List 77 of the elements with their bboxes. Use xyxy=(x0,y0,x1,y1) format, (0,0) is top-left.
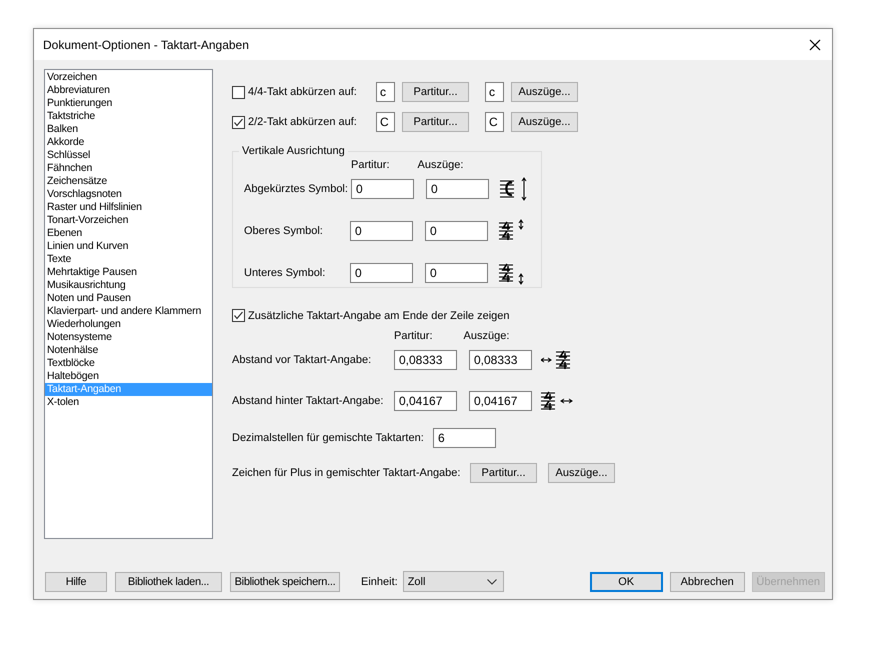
window-title: Dokument-Optionen - Taktart-Angaben xyxy=(43,38,249,52)
staff-icon xyxy=(541,389,575,413)
unit-label: Einheit: xyxy=(361,576,398,588)
list-item[interactable]: Noten und Pausen xyxy=(45,292,212,305)
list-item[interactable]: Akkorde xyxy=(45,136,212,149)
checkbox-label: Zusätzliche Taktart-Angabe am Ende der Zeile zeigen xyxy=(248,310,510,322)
list-item[interactable]: Balken xyxy=(45,123,212,136)
list-item[interactable]: Vorschlagsnoten xyxy=(45,188,212,201)
list-item[interactable]: X-tolen xyxy=(45,396,212,409)
dialog-button[interactable]: OK xyxy=(590,572,663,592)
column-header: Auszüge: xyxy=(464,330,510,342)
list-item[interactable]: Musikausrichtung xyxy=(45,279,212,292)
parts-button[interactable]: Auszüge... xyxy=(511,112,578,132)
score-button[interactable]: Partitur... xyxy=(402,112,469,132)
number-field[interactable]: 0 xyxy=(350,221,413,241)
checkbox-label: 4/4-Takt abkürzen auf: xyxy=(248,86,357,98)
list-item[interactable]: Tonart-Vorzeichen xyxy=(45,214,212,227)
list-item[interactable]: Raster und Hilfslinien xyxy=(45,201,212,214)
field-label: Unteres Symbol: xyxy=(244,267,326,279)
field-label: Zeichen für Plus in gemischter Taktart-Angabe: xyxy=(232,467,462,479)
list-item[interactable]: Vorzeichen xyxy=(45,71,212,84)
symbol-field[interactable]: C xyxy=(376,112,395,132)
list-item[interactable]: Klavierpart- und andere Klammern xyxy=(45,305,212,318)
footer-button[interactable]: Bibliothek laden... xyxy=(115,572,222,592)
parts-button[interactable]: Auszüge... xyxy=(511,82,578,102)
plus-sign-button[interactable]: Partitur... xyxy=(470,463,537,483)
number-field[interactable]: 0,04167 xyxy=(394,391,457,411)
number-field[interactable]: 0,08333 xyxy=(394,350,457,370)
symbol-field[interactable]: c xyxy=(485,82,504,102)
number-field[interactable]: 0 xyxy=(426,179,489,199)
close-icon[interactable] xyxy=(808,38,822,52)
number-field[interactable]: 0,04167 xyxy=(469,391,532,411)
number-field[interactable]: 0 xyxy=(425,221,488,241)
checkbox[interactable] xyxy=(232,116,245,128)
list-item[interactable]: Schlüssel xyxy=(45,149,212,162)
category-list[interactable] xyxy=(44,69,213,539)
list-item[interactable]: Texte xyxy=(45,253,212,266)
symbol-field[interactable]: c xyxy=(376,82,395,102)
symbol-field[interactable]: C xyxy=(485,112,504,132)
field-label: Abgekürztes Symbol: xyxy=(244,183,349,195)
list-item[interactable]: Haltebögen xyxy=(45,370,212,383)
field-label: Dezimalstellen für gemischte Taktarten: xyxy=(232,432,425,444)
caret-icon xyxy=(486,578,497,584)
group-title: Vertikale Ausrichtung xyxy=(239,145,348,157)
footer-button[interactable]: Hilfe xyxy=(45,572,107,592)
score-button[interactable]: Partitur... xyxy=(402,82,469,102)
plus-sign-button[interactable]: Auszüge... xyxy=(548,463,615,483)
number-field[interactable]: 0 xyxy=(425,263,488,283)
footer-button[interactable]: Bibliothek speichern... xyxy=(230,572,340,592)
list-item[interactable]: Abbreviaturen xyxy=(45,84,212,97)
field-label: Oberes Symbol: xyxy=(244,225,324,237)
field-label: Abstand vor Taktart-Angabe: xyxy=(232,354,372,366)
checkbox[interactable] xyxy=(232,86,245,98)
list-item[interactable]: Zeichensätze xyxy=(45,175,212,188)
dialog-button[interactable]: Abbrechen xyxy=(670,572,745,592)
list-item[interactable]: Punktierungen xyxy=(45,97,212,110)
column-header: Partitur: xyxy=(351,159,390,171)
list-item[interactable]: Mehrtaktige Pausen xyxy=(45,266,212,279)
column-header: Auszüge: xyxy=(418,159,464,171)
checkbox[interactable] xyxy=(232,309,245,322)
list-item[interactable]: Notensysteme xyxy=(45,331,212,344)
number-field[interactable]: 6 xyxy=(433,428,496,448)
list-item[interactable]: Fähnchen xyxy=(45,162,212,175)
number-field[interactable]: 0 xyxy=(350,263,413,283)
column-header: Partitur: xyxy=(394,330,433,342)
staff-icon xyxy=(500,177,528,201)
field-label: Abstand hinter Taktart-Angabe: xyxy=(232,395,384,407)
list-item[interactable]: Taktstriche xyxy=(45,110,212,123)
unit-dropdown[interactable]: Zoll xyxy=(402,571,504,592)
list-item[interactable]: Textblöcke xyxy=(45,357,212,370)
checkbox-label: 2/2-Takt abkürzen auf: xyxy=(248,116,357,128)
list-item[interactable]: Wiederholungen xyxy=(45,318,212,331)
list-item[interactable]: Notenhälse xyxy=(45,344,212,357)
number-field[interactable]: 0,08333 xyxy=(469,350,532,370)
list-item[interactable]: Linien und Kurven xyxy=(45,240,212,253)
number-field[interactable]: 0 xyxy=(350,179,414,199)
list-item[interactable]: Ebenen xyxy=(45,227,212,240)
